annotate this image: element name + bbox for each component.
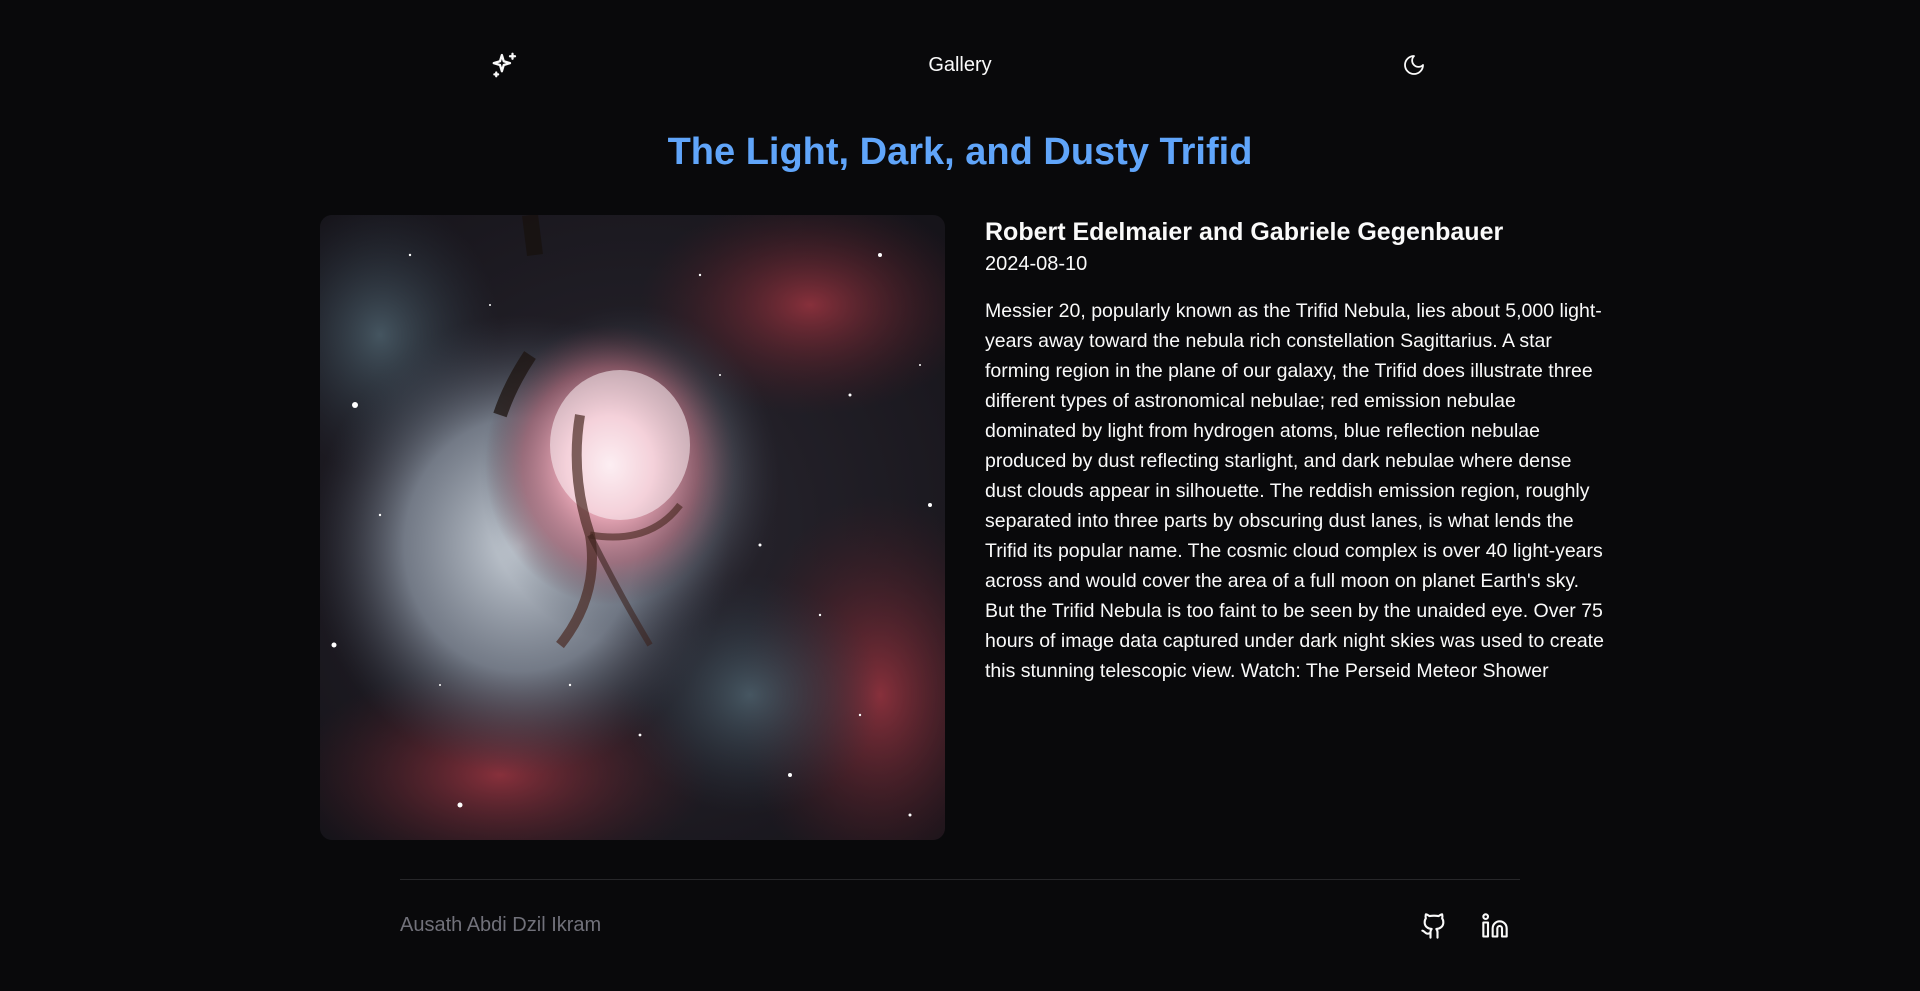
- theme-toggle-button[interactable]: [1399, 50, 1429, 80]
- apod-info: Robert Edelmaier and Gabriele Gegenbauer…: [985, 214, 1605, 686]
- footer-divider: [400, 879, 1520, 880]
- site-header: Gallery: [0, 0, 1920, 130]
- moon-icon: [1404, 55, 1424, 75]
- nav-gallery-link[interactable]: Gallery: [860, 50, 1060, 80]
- linkedin-icon: [1482, 913, 1508, 938]
- github-icon: [1421, 913, 1445, 939]
- github-link[interactable]: [1418, 910, 1450, 942]
- linkedin-link[interactable]: [1479, 910, 1511, 942]
- apod-description: Messier 20, popularly known as the Trifi…: [985, 300, 1604, 682]
- apod-image: [320, 215, 945, 840]
- sparkles-icon: [492, 52, 517, 78]
- footer-author-name: Ausath Abdi Dzil Ikram: [400, 914, 602, 936]
- home-logo-button[interactable]: [488, 48, 522, 82]
- page-title: The Light, Dark, and Dusty Trifid: [667, 131, 1253, 173]
- nebula-image: [320, 215, 945, 840]
- apod-author: Robert Edelmaier and Gabriele Gegenbauer: [985, 218, 1504, 246]
- apod-date: 2024-08-10: [985, 253, 1088, 275]
